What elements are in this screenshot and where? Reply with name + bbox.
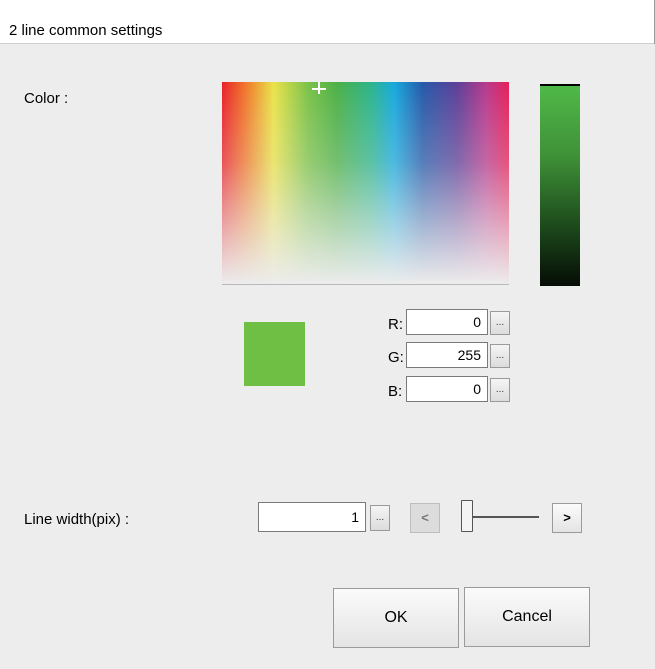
title-bar: 2 line common settings <box>0 0 655 44</box>
b-browse-button[interactable]: ... <box>490 378 510 402</box>
ok-button[interactable]: OK <box>333 588 459 648</box>
crosshair-icon[interactable] <box>312 82 326 96</box>
g-input[interactable]: 255 <box>406 342 488 368</box>
increase-button[interactable]: > <box>552 503 582 533</box>
line-width-input[interactable]: 1 <box>258 502 366 532</box>
line-width-slider-track[interactable] <box>473 516 539 518</box>
color-label: Color : <box>24 90 69 107</box>
line-width-slider-thumb[interactable] <box>461 500 473 532</box>
window-title: 2 line common settings <box>9 22 163 39</box>
brightness-bar[interactable] <box>540 84 580 286</box>
line-width-label: Line width(pix) : <box>24 511 130 528</box>
g-browse-button[interactable]: ... <box>490 344 510 368</box>
b-label: B: <box>388 383 403 400</box>
b-input[interactable]: 0 <box>406 376 488 402</box>
color-spectrum-picker[interactable] <box>222 82 509 285</box>
line-width-browse-button[interactable]: ... <box>370 505 390 531</box>
g-label: G: <box>388 349 404 366</box>
cancel-button[interactable]: Cancel <box>464 587 590 647</box>
r-label: R: <box>388 316 403 333</box>
r-input[interactable]: 0 <box>406 309 488 335</box>
r-browse-button[interactable]: ... <box>490 311 510 335</box>
decrease-button[interactable]: < <box>410 503 440 533</box>
color-preview-swatch <box>244 322 305 386</box>
